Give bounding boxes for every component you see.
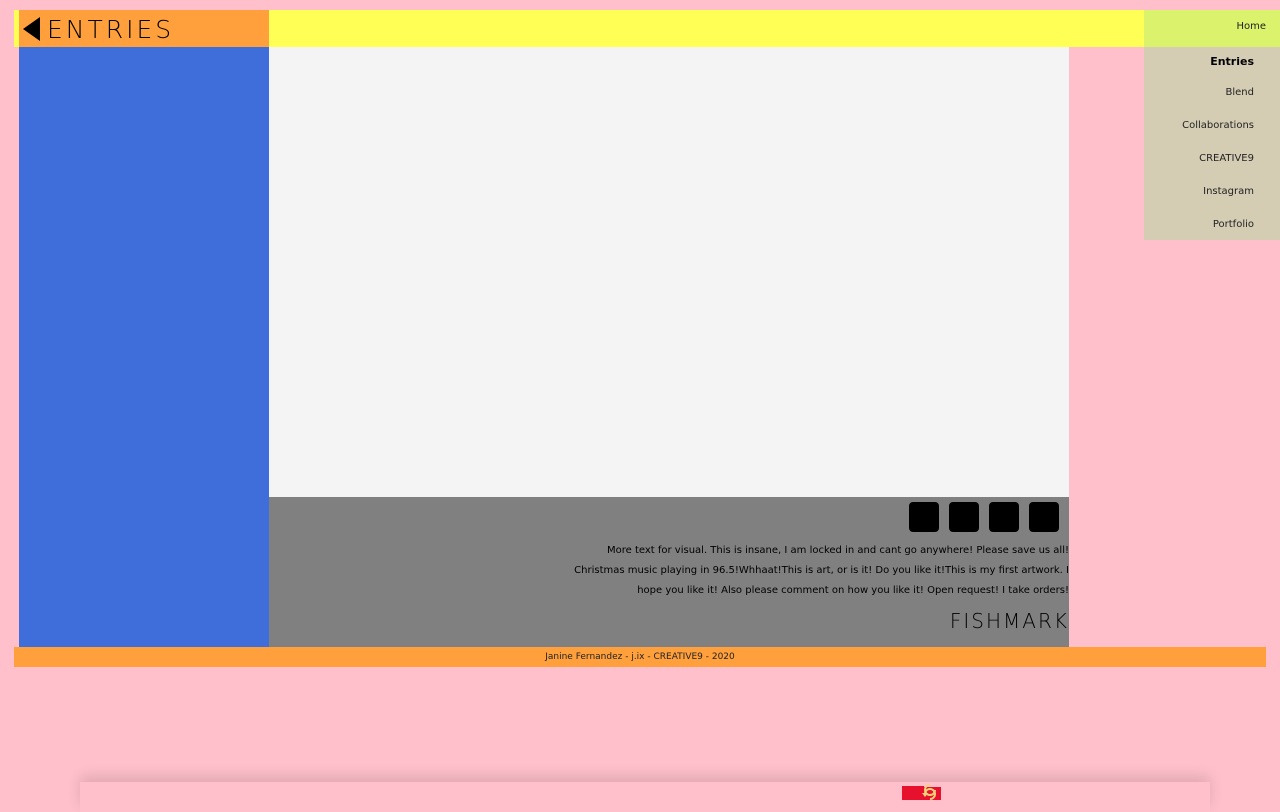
nav-item-collaborations[interactable]: Collaborations	[1144, 109, 1280, 142]
nav-menu: Home Entries Blend Collaborations CREATI…	[1144, 10, 1280, 240]
page-title: ENTRIES	[47, 15, 175, 44]
action-button-row	[909, 502, 1059, 532]
artwork-info-panel: More text for visual. This is insane, I …	[269, 497, 1069, 647]
footer-bar: Janine Fernandez - j.ix - CREATIVE9 - 20…	[14, 647, 1266, 667]
refresh-icon[interactable]	[919, 784, 941, 800]
action-square-icon-1[interactable]	[909, 502, 939, 532]
nav-item-blend[interactable]: Blend	[1144, 76, 1280, 109]
page-title-block: ENTRIES	[19, 10, 269, 47]
artwork-canvas	[269, 47, 1069, 497]
action-square-icon-4[interactable]	[1029, 502, 1059, 532]
artwork-description: More text for visual. This is insane, I …	[574, 545, 1069, 596]
artwork-name: FISHMARK	[949, 609, 1069, 633]
nav-item-instagram[interactable]: Instagram	[1144, 175, 1280, 208]
nav-item-portfolio[interactable]: Portfolio	[1144, 208, 1280, 241]
action-square-icon-3[interactable]	[989, 502, 1019, 532]
bottom-shadow-strip	[80, 782, 1210, 812]
back-arrow-icon[interactable]	[23, 16, 40, 41]
nav-item-creative9[interactable]: CREATIVE9	[1144, 142, 1280, 175]
action-square-icon-2[interactable]	[949, 502, 979, 532]
nav-item-entries[interactable]: Entries	[1144, 47, 1280, 76]
nav-item-home[interactable]: Home	[1144, 10, 1280, 47]
sidebar-panel	[19, 47, 269, 647]
